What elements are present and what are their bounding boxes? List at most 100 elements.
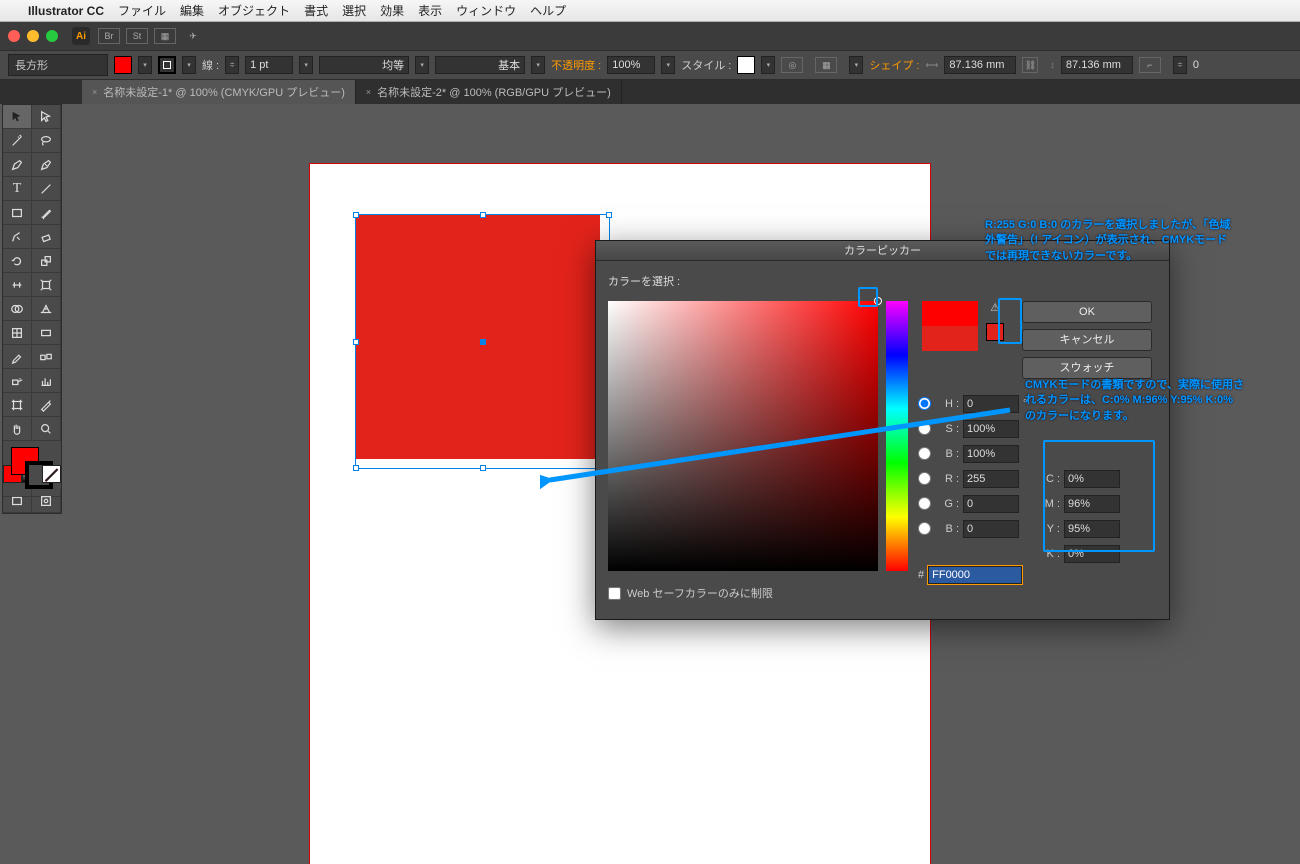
zoom-window-icon[interactable] xyxy=(46,30,58,42)
width-tool-icon[interactable] xyxy=(3,273,32,297)
h-input[interactable] xyxy=(963,395,1019,413)
arrange-documents-icon[interactable]: ▦ xyxy=(154,28,176,44)
close-tab-icon[interactable]: × xyxy=(92,87,97,97)
stock-icon[interactable]: St xyxy=(126,28,148,44)
shape-height-input[interactable] xyxy=(1061,56,1133,74)
ok-button[interactable]: OK xyxy=(1022,301,1152,323)
menu-object[interactable]: オブジェクト xyxy=(218,2,290,19)
fill-swatch[interactable] xyxy=(114,56,132,74)
eyedropper-tool-icon[interactable] xyxy=(3,345,32,369)
menu-view[interactable]: 表示 xyxy=(418,2,442,19)
s-input[interactable] xyxy=(963,420,1019,438)
rectangle-shape[interactable] xyxy=(355,214,600,459)
scale-tool-icon[interactable] xyxy=(32,249,61,273)
paintbrush-tool-icon[interactable] xyxy=(32,201,61,225)
selection-tool-icon[interactable] xyxy=(3,105,32,129)
type-tool-icon[interactable]: T xyxy=(3,177,32,201)
y-input[interactable] xyxy=(1064,520,1120,538)
link-wh-icon[interactable]: ⛓ xyxy=(1022,57,1038,73)
slice-tool-icon[interactable] xyxy=(32,393,61,417)
recolor-icon[interactable]: ◎ xyxy=(781,57,803,73)
stroke-profile-select[interactable] xyxy=(319,56,409,74)
s-radio[interactable] xyxy=(918,422,931,435)
opacity-input[interactable] xyxy=(607,56,655,74)
document-tab[interactable]: × 名称未設定-1* @ 100% (CMYK/GPU プレビュー) xyxy=(82,80,356,104)
rectangle-tool-icon[interactable] xyxy=(3,201,32,225)
document-tab[interactable]: × 名称未設定-2* @ 100% (RGB/GPU プレビュー) xyxy=(356,80,622,104)
m-input[interactable] xyxy=(1064,495,1120,513)
rotate-tool-icon[interactable] xyxy=(3,249,32,273)
perspective-tool-icon[interactable] xyxy=(32,297,61,321)
menu-type[interactable]: 書式 xyxy=(304,2,328,19)
close-window-icon[interactable] xyxy=(8,30,20,42)
opacity-label[interactable]: 不透明度 : xyxy=(551,57,601,73)
saturation-value-field[interactable] xyxy=(608,301,878,571)
fill-dropdown-icon[interactable]: ▾ xyxy=(138,56,152,74)
menu-help[interactable]: ヘルプ xyxy=(530,2,566,19)
blend-tool-icon[interactable] xyxy=(32,345,61,369)
gamut-warning-icon[interactable]: ⚠ xyxy=(986,301,1004,314)
brush-select[interactable] xyxy=(435,56,525,74)
artboard-tool-icon[interactable] xyxy=(3,393,32,417)
stroke-swatch[interactable] xyxy=(158,56,176,74)
pen-tool-icon[interactable] xyxy=(3,153,32,177)
color-mode-none-icon[interactable] xyxy=(42,465,61,483)
mesh-tool-icon[interactable] xyxy=(3,321,32,345)
graph-tool-icon[interactable] xyxy=(32,369,61,393)
k-input[interactable] xyxy=(1064,545,1120,563)
c-input[interactable] xyxy=(1064,470,1120,488)
gradient-tool-icon[interactable] xyxy=(32,321,61,345)
lasso-tool-icon[interactable] xyxy=(32,129,61,153)
align-icon[interactable]: ▦ xyxy=(815,57,837,73)
symbol-sprayer-tool-icon[interactable] xyxy=(3,369,32,393)
gpu-icon[interactable]: ✈ xyxy=(182,28,204,44)
screen-mode-icon[interactable] xyxy=(3,489,32,513)
stroke-weight-input[interactable] xyxy=(245,56,293,74)
menu-window[interactable]: ウィンドウ xyxy=(456,2,516,19)
menu-select[interactable]: 選択 xyxy=(342,2,366,19)
menu-effect[interactable]: 効果 xyxy=(380,2,404,19)
menu-edit[interactable]: 編集 xyxy=(180,2,204,19)
b-input[interactable] xyxy=(963,445,1019,463)
style-drop-icon[interactable]: ▾ xyxy=(761,56,775,74)
close-tab-icon[interactable]: × xyxy=(366,87,371,97)
draw-mode-icon[interactable] xyxy=(32,489,61,513)
shape-builder-tool-icon[interactable] xyxy=(3,297,32,321)
stroke-weight-drop-icon[interactable]: ▾ xyxy=(299,56,313,74)
websafe-checkbox[interactable] xyxy=(608,587,621,600)
corner-stepper-icon[interactable]: ≑ xyxy=(1173,56,1187,74)
hand-tool-icon[interactable] xyxy=(3,417,32,441)
g-radio[interactable] xyxy=(918,497,931,510)
zoom-tool-icon[interactable] xyxy=(32,417,61,441)
line-tool-icon[interactable] xyxy=(32,177,61,201)
hex-input[interactable] xyxy=(928,566,1022,584)
h-radio[interactable] xyxy=(918,397,931,410)
gamut-closest-swatch[interactable] xyxy=(986,323,1004,341)
free-transform-tool-icon[interactable] xyxy=(32,273,61,297)
stroke-weight-stepper-icon[interactable]: ≑ xyxy=(225,56,239,74)
corner-icon[interactable]: ⌐ xyxy=(1139,57,1161,73)
align-drop-icon[interactable]: ▾ xyxy=(849,56,863,74)
brush-drop-icon[interactable]: ▾ xyxy=(531,56,545,74)
opacity-drop-icon[interactable]: ▾ xyxy=(661,56,675,74)
b2-radio[interactable] xyxy=(918,522,931,535)
hue-slider[interactable] xyxy=(886,301,908,571)
b2-input[interactable] xyxy=(963,520,1019,538)
direct-selection-tool-icon[interactable] xyxy=(32,105,61,129)
stroke-profile-drop-icon[interactable]: ▾ xyxy=(415,56,429,74)
eraser-tool-icon[interactable] xyxy=(32,225,61,249)
cancel-button[interactable]: キャンセル xyxy=(1022,329,1152,351)
r-radio[interactable] xyxy=(918,472,931,485)
r-input[interactable] xyxy=(963,470,1019,488)
shape-width-input[interactable] xyxy=(944,56,1016,74)
stroke-dropdown-icon[interactable]: ▾ xyxy=(182,56,196,74)
curvature-tool-icon[interactable] xyxy=(32,153,61,177)
shaper-tool-icon[interactable] xyxy=(3,225,32,249)
swatches-button[interactable]: スウォッチ xyxy=(1022,357,1152,379)
b-radio[interactable] xyxy=(918,447,931,460)
style-swatch[interactable] xyxy=(737,56,755,74)
menu-file[interactable]: ファイル xyxy=(118,2,166,19)
minimize-window-icon[interactable] xyxy=(27,30,39,42)
g-input[interactable] xyxy=(963,495,1019,513)
bridge-icon[interactable]: Br xyxy=(98,28,120,44)
